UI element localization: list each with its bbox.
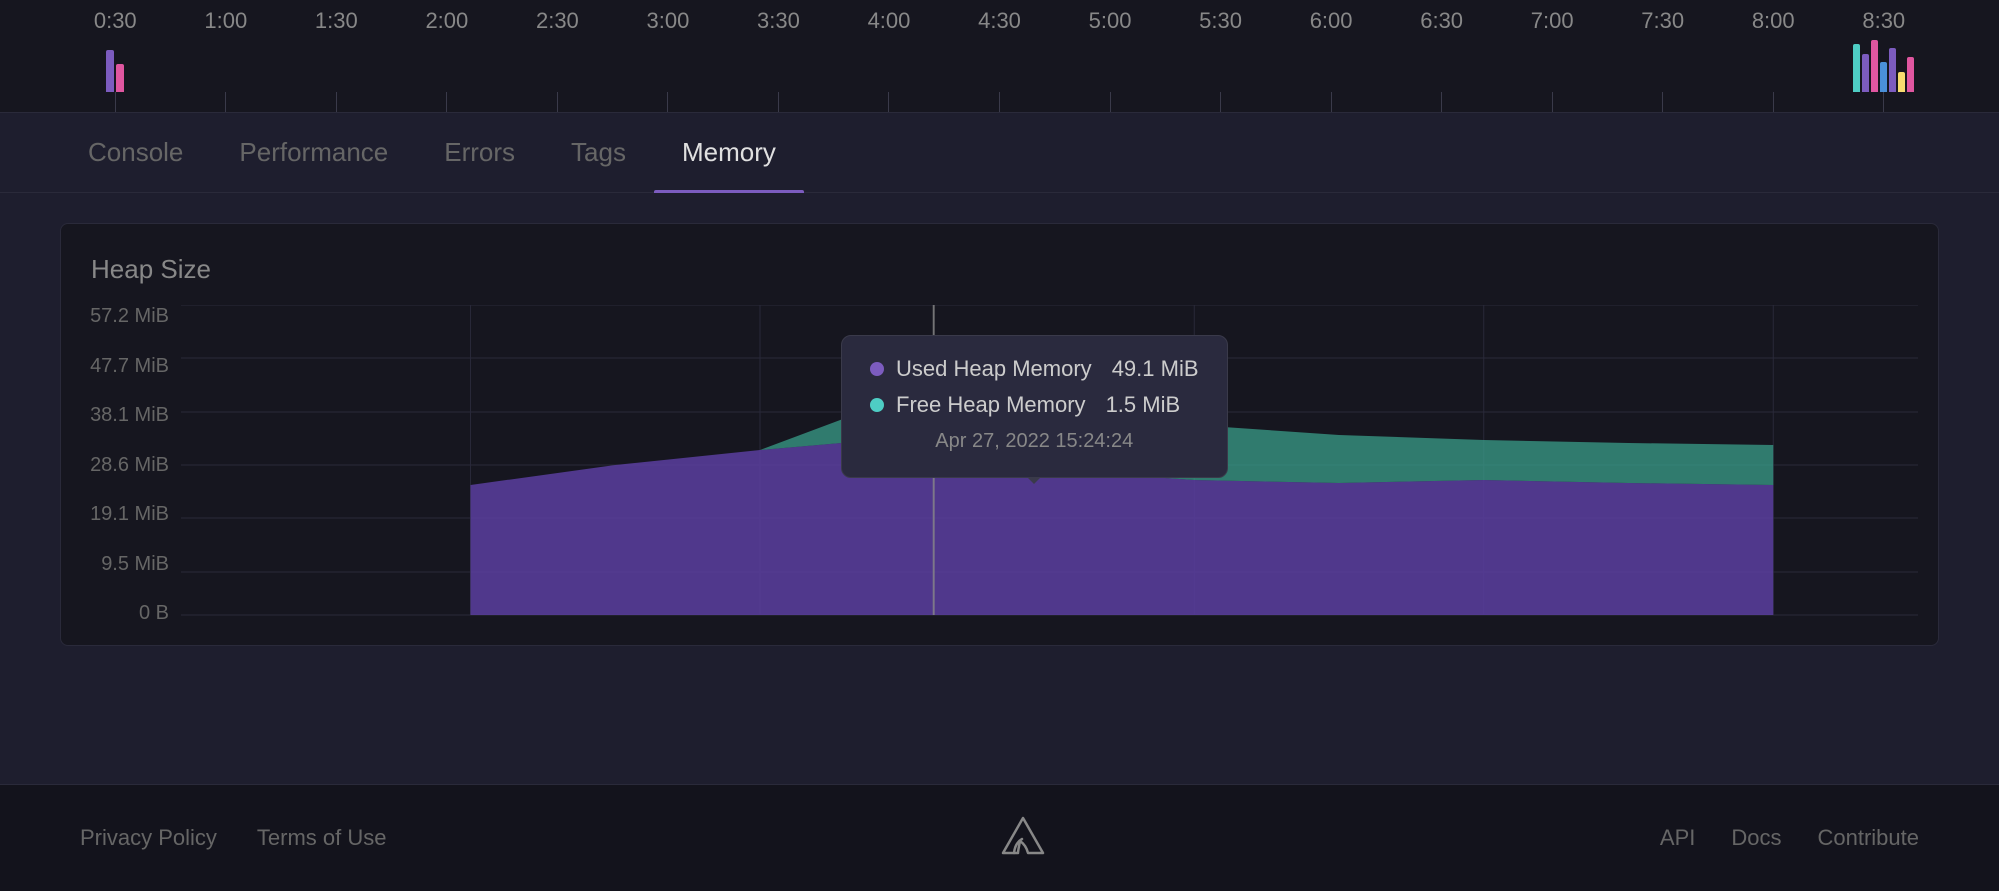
bar — [1871, 40, 1878, 92]
heap-size-chart: Heap Size 57.2 MiB 47.7 MiB 38.1 MiB 28.… — [60, 223, 1939, 646]
tick-0-30: 0:30 — [60, 8, 171, 112]
tick-label: 7:30 — [1641, 8, 1684, 34]
tick-label: 5:00 — [1089, 8, 1132, 34]
tick-label: 7:00 — [1531, 8, 1574, 34]
tick-7-30: 7:30 — [1607, 8, 1718, 112]
tick-label: 5:30 — [1199, 8, 1242, 34]
tick-line — [667, 92, 668, 112]
timeline-ticks: 0:30 1:00 1:30 2:00 — [60, 12, 1939, 112]
docs-link[interactable]: Docs — [1731, 825, 1781, 851]
terms-of-use-link[interactable]: Terms of Use — [257, 825, 387, 851]
tick-1-30: 1:30 — [281, 8, 392, 112]
tick-label: 3:00 — [647, 8, 690, 34]
footer: Privacy Policy Terms of Use API Docs Con… — [0, 784, 1999, 891]
tick-6-30: 6:30 — [1386, 8, 1497, 112]
bar — [1880, 62, 1887, 92]
privacy-policy-link[interactable]: Privacy Policy — [80, 825, 217, 851]
tick-2-00: 2:00 — [392, 8, 503, 112]
tick-3-30: 3:30 — [723, 8, 834, 112]
tick-line — [778, 92, 779, 112]
chart-svg-area: Used Heap Memory 49.1 MiB Free Heap Memo… — [181, 305, 1918, 625]
tick-line — [1662, 92, 1663, 112]
tick-bars-8-30 — [1853, 40, 1914, 92]
bar — [1907, 57, 1914, 92]
y-label-2: 47.7 MiB — [81, 355, 169, 378]
y-label-4: 28.6 MiB — [81, 454, 169, 477]
tick-7-00: 7:00 — [1497, 8, 1608, 112]
footer-right: API Docs Contribute — [1660, 825, 1919, 851]
tick-line — [115, 92, 116, 112]
tab-performance[interactable]: Performance — [211, 113, 416, 192]
bar — [1889, 48, 1896, 92]
bar — [1862, 54, 1869, 92]
footer-left: Privacy Policy Terms of Use — [80, 825, 387, 851]
tick-label-0-30: 0:30 — [94, 8, 137, 34]
tab-console[interactable]: Console — [60, 113, 211, 192]
tick-5-30: 5:30 — [1165, 8, 1276, 112]
bar — [116, 64, 124, 92]
tabs-container: Console Performance Errors Tags Memory — [0, 113, 1999, 193]
tick-8-30: 8:30 — [1829, 8, 1940, 112]
tick-label: 8:00 — [1752, 8, 1795, 34]
chart-body: 57.2 MiB 47.7 MiB 38.1 MiB 28.6 MiB 19.1… — [81, 305, 1918, 625]
tab-memory[interactable]: Memory — [654, 113, 804, 192]
tick-5-00: 5:00 — [1055, 8, 1166, 112]
content-area: Heap Size 57.2 MiB 47.7 MiB 38.1 MiB 28.… — [0, 193, 1999, 784]
y-axis: 57.2 MiB 47.7 MiB 38.1 MiB 28.6 MiB 19.1… — [81, 305, 181, 625]
tick-4-00: 4:00 — [834, 8, 945, 112]
tick-2-30: 2:30 — [502, 8, 613, 112]
y-label-1: 57.2 MiB — [81, 305, 169, 328]
tick-label: 2:00 — [425, 8, 468, 34]
tick-line — [1773, 92, 1774, 112]
footer-logo — [998, 813, 1048, 863]
tick-8-00: 8:00 — [1718, 8, 1829, 112]
tick-line — [1331, 92, 1332, 112]
tick-3-00: 3:00 — [613, 8, 724, 112]
sentry-logo-icon — [998, 813, 1048, 863]
y-label-5: 19.1 MiB — [81, 503, 169, 526]
tick-line — [1552, 92, 1553, 112]
tick-label: 1:30 — [315, 8, 358, 34]
y-label-3: 38.1 MiB — [81, 404, 169, 427]
tick-line — [225, 92, 226, 112]
tick-label: 4:00 — [868, 8, 911, 34]
tick-label: 6:00 — [1310, 8, 1353, 34]
bar — [1898, 72, 1905, 92]
main-container: 0:30 1:00 1:30 2:00 — [0, 0, 1999, 891]
tick-bars-0-30 — [106, 40, 124, 92]
tick-4-30: 4:30 — [944, 8, 1055, 112]
tick-label: 3:30 — [757, 8, 800, 34]
tick-1-00: 1:00 — [171, 8, 282, 112]
chart-svg — [181, 305, 1918, 625]
tick-line — [557, 92, 558, 112]
tick-label: 6:30 — [1420, 8, 1463, 34]
tick-line — [1441, 92, 1442, 112]
tick-label: 2:30 — [536, 8, 579, 34]
tick-line — [446, 92, 447, 112]
y-label-6: 9.5 MiB — [81, 553, 169, 576]
tick-label: 4:30 — [978, 8, 1021, 34]
tick-6-00: 6:00 — [1276, 8, 1387, 112]
timeline-bar: 0:30 1:00 1:30 2:00 — [0, 0, 1999, 113]
tab-tags[interactable]: Tags — [543, 113, 654, 192]
bar — [1853, 44, 1860, 92]
tick-line — [1883, 92, 1884, 112]
chart-title: Heap Size — [81, 254, 1918, 285]
api-link[interactable]: API — [1660, 825, 1695, 851]
tick-line — [336, 92, 337, 112]
bar — [106, 50, 114, 92]
contribute-link[interactable]: Contribute — [1817, 825, 1919, 851]
tick-line — [999, 92, 1000, 112]
tick-line — [1220, 92, 1221, 112]
tab-errors[interactable]: Errors — [416, 113, 543, 192]
tick-label: 8:30 — [1862, 8, 1905, 34]
y-label-7: 0 B — [81, 602, 169, 625]
tick-label: 1:00 — [204, 8, 247, 34]
tick-line — [1110, 92, 1111, 112]
tick-line — [888, 92, 889, 112]
